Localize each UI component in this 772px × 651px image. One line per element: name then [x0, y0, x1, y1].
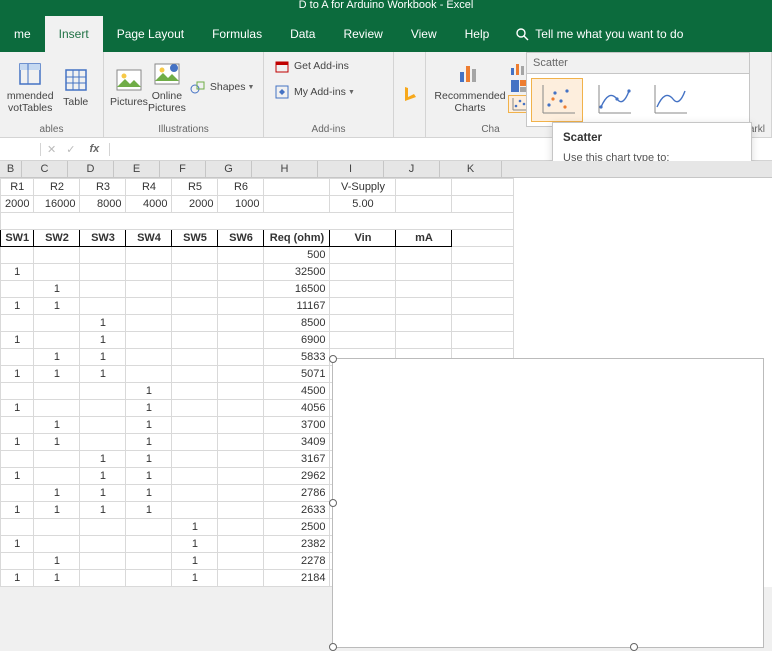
worksheet-grid[interactable]: B C D E F G H I J K R1 R2 R3 R4 R5 R6 V-… [0, 161, 772, 587]
column-headers: B C D E F G H I J K [0, 161, 772, 178]
data-row: 18500 [1, 315, 514, 332]
resize-handle[interactable] [329, 643, 337, 651]
titlebar: D to A for Arduino Workbook - Excel [0, 0, 772, 16]
col-header[interactable]: B [0, 161, 22, 177]
row-labels: R1 R2 R3 R4 R5 R6 V-Supply [1, 179, 514, 196]
col-header[interactable]: C [22, 161, 68, 177]
name-box[interactable] [0, 138, 40, 160]
ribbon-tabs: me Insert Page Layout Formulas Data Revi… [0, 16, 772, 52]
tell-me[interactable]: Tell me what you want to do [515, 27, 683, 41]
recommended-pivot-label: mmended votTables [7, 90, 54, 114]
col-header[interactable]: D [68, 161, 114, 177]
table-label: Table [63, 96, 88, 108]
dropdown-arrow-icon: ▼ [248, 84, 255, 91]
group-tables-label: ables [0, 124, 103, 135]
resize-handle[interactable] [329, 499, 337, 507]
pictures-button[interactable]: Pictures [110, 66, 148, 108]
my-addins-label: My Add-ins [294, 86, 346, 98]
col-header[interactable]: G [206, 161, 252, 177]
recommended-pivot-tables-button[interactable]: mmended votTables [6, 60, 54, 114]
rec-charts-label: Recommended Charts [434, 90, 505, 114]
scatter-markers-icon [537, 83, 577, 117]
pivot-table-icon [18, 62, 42, 86]
scatter-smooth-icon [593, 83, 633, 117]
col-header[interactable]: I [318, 161, 384, 177]
pictures-label: Pictures [110, 96, 148, 108]
bing-icon [401, 85, 419, 103]
bing-maps-button[interactable] [395, 80, 425, 110]
tab-home[interactable]: me [0, 16, 45, 52]
col-header[interactable]: H [252, 161, 318, 177]
col-header[interactable]: K [440, 161, 502, 177]
tab-data[interactable]: Data [276, 16, 329, 52]
scatter-gallery [526, 74, 750, 127]
online-pictures-label: Online Pictures [148, 90, 186, 114]
scatter-markers-tile[interactable] [531, 78, 583, 122]
embedded-chart[interactable] [332, 358, 764, 648]
tab-page-layout[interactable]: Page Layout [103, 16, 198, 52]
data-row: 132500 [1, 264, 514, 281]
tooltip-title: Scatter [563, 131, 741, 147]
enter-icon[interactable]: ✓ [66, 143, 75, 156]
resize-handle[interactable] [630, 643, 638, 651]
store-icon [274, 58, 290, 74]
tab-insert[interactable]: Insert [45, 16, 103, 52]
online-pictures-button[interactable]: Online Pictures [148, 60, 186, 114]
group-addins-label: Add-ins [264, 124, 393, 135]
shapes-label: Shapes [210, 81, 246, 93]
online-pictures-icon [154, 63, 180, 85]
scatter-smooth-nm-icon [649, 83, 689, 117]
addin-icon [274, 84, 290, 100]
scatter-dropdown-header: Scatter [526, 52, 750, 74]
row-values: 2000 16000 8000 4000 2000 1000 5.00 [1, 196, 514, 213]
recommended-charts-button[interactable]: Recommended Charts [432, 60, 508, 114]
tab-help[interactable]: Help [451, 16, 504, 52]
col-header[interactable]: E [114, 161, 160, 177]
my-addins-button[interactable]: My Add-ins ▼ [270, 82, 359, 102]
data-row: 500 [1, 247, 514, 264]
rec-charts-icon [456, 62, 484, 86]
col-header[interactable]: F [160, 161, 206, 177]
dropdown-arrow-icon: ▼ [348, 89, 355, 96]
col-header[interactable]: J [384, 161, 440, 177]
fx-icon[interactable]: fx [85, 143, 103, 156]
pictures-icon [116, 69, 142, 91]
scatter-smooth-tile[interactable] [587, 78, 639, 122]
data-row: 1111167 [1, 298, 514, 315]
data-row: 116900 [1, 332, 514, 349]
data-row: 116500 [1, 281, 514, 298]
tab-view[interactable]: View [397, 16, 451, 52]
group-illustrations-label: Illustrations [104, 124, 263, 135]
get-addins-button[interactable]: Get Add-ins [270, 56, 353, 76]
lightbulb-icon [515, 27, 529, 41]
shapes-button[interactable]: Shapes ▼ [186, 77, 259, 97]
tab-review[interactable]: Review [329, 16, 396, 52]
tab-formulas[interactable]: Formulas [198, 16, 276, 52]
resize-handle[interactable] [329, 355, 337, 363]
row-headers: SW1 SW2 SW3 SW4 SW5 SW6 Req (ohm) Vin mA [1, 230, 514, 247]
ribbon: mmended votTables Table ables Pictures O… [0, 52, 772, 138]
get-addins-label: Get Add-ins [294, 60, 349, 72]
table-icon [64, 68, 88, 92]
tell-me-label: Tell me what you want to do [535, 27, 683, 41]
cancel-icon[interactable]: ✕ [47, 143, 56, 156]
scatter-smooth-no-markers-tile[interactable] [643, 78, 695, 122]
shapes-icon [190, 79, 206, 95]
table-button[interactable]: Table [54, 66, 97, 108]
workbook-title: D to A for Arduino Workbook - Excel [299, 0, 474, 11]
